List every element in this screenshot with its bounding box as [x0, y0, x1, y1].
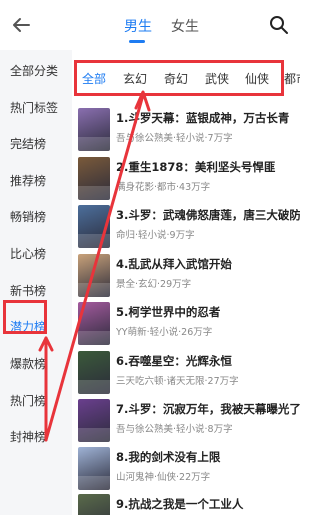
book-title: 3.斗罗：武魂佛怒唐莲，唐三大破防 [116, 208, 300, 222]
sidebar-item-legend[interactable]: 封神榜 [0, 416, 72, 458]
sidebar-item-label: 推荐榜 [10, 174, 47, 188]
sidebar-item-viral[interactable]: 爆款榜 [0, 343, 72, 385]
list-item[interactable]: 4.乱武从拜入武馆开始 景全·玄幻·29万字 [72, 252, 300, 299]
list-item[interactable]: 2.重生1878：美利坚头号悍匪 满身花影·都市·43万字 [72, 155, 300, 202]
filter-dushi[interactable]: 都市 [284, 70, 300, 87]
book-title: 1.斗罗天幕：蓝银成神，万古长青 [116, 111, 290, 125]
book-meta: 吾与徐公熟美·轻小说·8万字 [116, 424, 233, 435]
sidebar-item-label: 全部分类 [10, 64, 59, 78]
book-meta: YY萌新·轻小说·26万字 [116, 327, 213, 338]
list-item[interactable]: 6.吞噬星空：光辉永恒 三天吃六顿·诸天无限·27万字 [72, 349, 300, 396]
list-item[interactable]: 9.抗战之我是一个工业人 [72, 492, 300, 515]
highlight-box-filters [74, 60, 284, 96]
sidebar-item-label: 畅销榜 [10, 210, 47, 224]
book-title: 4.乱武从拜入武馆开始 [116, 257, 232, 271]
list-item[interactable]: 1.斗罗天幕：蓝银成神，万古长青 吾与徐公熟美·轻小说·7万字 [72, 106, 300, 153]
book-title: 8.我的剑术没有上限 [116, 450, 221, 464]
book-cover [78, 205, 110, 248]
sidebar-item-label: 封神榜 [10, 430, 47, 444]
book-cover [78, 399, 110, 442]
book-cover [78, 302, 110, 345]
sidebar-item-label: 新书榜 [10, 284, 47, 298]
list-item[interactable]: 3.斗罗：武魂佛怒唐莲，唐三大破防 命归·轻小说·9万字 [72, 203, 300, 250]
book-cover [78, 351, 110, 394]
tab-female[interactable]: 女生 [171, 16, 199, 36]
book-cover [78, 494, 110, 515]
sidebar-item-heart[interactable]: 比心榜 [0, 233, 72, 275]
book-title: 2.重生1878：美利坚头号悍匪 [116, 160, 276, 174]
book-title: 6.吞噬星空：光辉永恒 [116, 354, 232, 368]
search-icon[interactable] [268, 14, 290, 36]
gender-tabs: 男生 女生 [0, 0, 300, 50]
book-title: 5.柯学世界中的忍者 [116, 305, 221, 319]
book-cover [78, 157, 110, 200]
list-item[interactable]: 7.斗罗：沉寂万年，我被天幕曝光了 吾与徐公熟美·轻小说·8万字 [72, 397, 300, 444]
list-item[interactable]: 8.我的剑术没有上限 山河鬼神·仙侠·22万字 [72, 445, 300, 492]
highlight-box-potential [3, 300, 47, 334]
sidebar-item-label: 比心榜 [10, 247, 47, 261]
sidebar-item-label: 热门榜 [10, 394, 47, 408]
book-cover [78, 254, 110, 297]
book-meta: 景全·玄幻·29万字 [116, 279, 192, 290]
sidebar-item-label: 完结榜 [10, 137, 47, 151]
ranking-sidebar: 全部分类 热门标签 完结榜 推荐榜 畅销榜 比心榜 新书榜 潜力榜 爆款榜 热门… [0, 50, 72, 515]
sidebar-item-label: 热门标签 [10, 101, 59, 115]
book-meta: 山河鬼神·仙侠·22万字 [116, 472, 211, 483]
top-bar: 男生 女生 [0, 0, 300, 50]
book-list: 1.斗罗天幕：蓝银成神，万古长青 吾与徐公熟美·轻小说·7万字 2.重生1878… [72, 100, 300, 515]
sidebar-item-all-categories[interactable]: 全部分类 [0, 50, 72, 92]
book-meta: 命归·轻小说·9万字 [116, 230, 195, 241]
sidebar-item-best-selling[interactable]: 畅销榜 [0, 196, 72, 238]
book-title: 7.斗罗：沉寂万年，我被天幕曝光了 [116, 402, 300, 416]
book-meta: 满身花影·都市·43万字 [116, 182, 211, 193]
list-item[interactable]: 5.柯学世界中的忍者 YY萌新·轻小说·26万字 [72, 300, 300, 347]
book-cover [78, 447, 110, 490]
sidebar-item-label: 爆款榜 [10, 357, 47, 371]
book-cover [78, 108, 110, 151]
active-tab-indicator [129, 40, 145, 43]
tab-male[interactable]: 男生 [124, 16, 152, 36]
book-meta: 吾与徐公熟美·轻小说·7万字 [116, 133, 233, 144]
sidebar-item-completed[interactable]: 完结榜 [0, 123, 72, 165]
book-title: 9.抗战之我是一个工业人 [116, 497, 244, 511]
book-meta: 三天吃六顿·诸天无限·27万字 [116, 376, 239, 387]
